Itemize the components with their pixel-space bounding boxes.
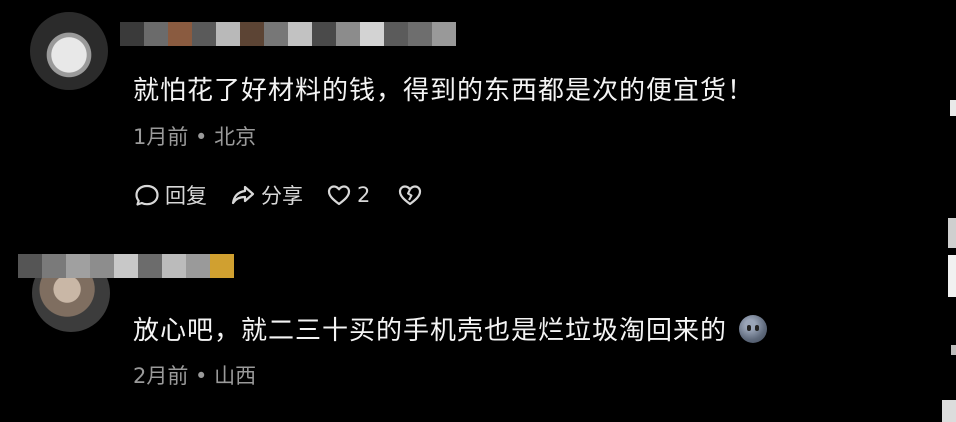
blur-cell [120, 22, 144, 46]
blur-cell [336, 22, 360, 46]
right-edge-fragment [942, 400, 956, 422]
username-blurred[interactable] [120, 22, 456, 46]
share-button[interactable]: 分享 [229, 180, 303, 210]
blur-cell [432, 22, 456, 46]
share-arrow-icon [231, 185, 255, 205]
comment-meta: 1月前 • 北京 [133, 125, 257, 149]
right-edge-fragment [948, 255, 956, 297]
comment-text-body: 放心吧，就二三十买的手机壳也是烂垃圾淘回来的 [133, 316, 728, 346]
right-edge-fragment [948, 218, 956, 248]
avatar[interactable] [30, 12, 108, 90]
blur-cell [186, 254, 210, 278]
broken-heart-icon [399, 185, 422, 206]
comment-item-2: 放心吧，就二三十买的手机壳也是烂垃圾淘回来的 2月前 • 山西 [0, 240, 956, 422]
blur-cell [288, 22, 312, 46]
blur-cell [90, 254, 114, 278]
comment-actions: 回复 分享 2 [133, 180, 450, 210]
blur-cell [114, 254, 138, 278]
blur-cell [210, 254, 234, 278]
right-edge-fragment [950, 100, 956, 116]
emoji-face-icon [739, 315, 768, 343]
blur-cell [18, 254, 42, 278]
blur-cell [192, 22, 216, 46]
blur-cell [216, 22, 240, 46]
reply-button[interactable]: 回复 [133, 180, 207, 210]
username-blurred[interactable] [18, 254, 234, 278]
comment-item-1: 就怕花了好材料的钱，得到的东西都是次的便宜货！ 1月前 • 北京 回复 分享 2 [0, 0, 956, 230]
like-count: 2 [357, 183, 371, 207]
blur-cell [360, 22, 384, 46]
blur-cell [240, 22, 264, 46]
like-button[interactable]: 2 [325, 181, 370, 209]
blur-cell [168, 22, 192, 46]
comment-bubble-icon [135, 184, 159, 206]
blur-cell [162, 254, 186, 278]
right-edge-fragment [951, 345, 956, 355]
comment-text: 就怕花了好材料的钱，得到的东西都是次的便宜货！ [133, 76, 755, 106]
comment-meta: 2月前 • 山西 [133, 364, 257, 388]
heart-icon [327, 185, 351, 206]
blur-cell [408, 22, 432, 46]
blur-cell [312, 22, 336, 46]
reply-label: 回复 [165, 184, 207, 208]
blur-cell [42, 254, 66, 278]
blur-cell [264, 22, 288, 46]
comment-text: 放心吧，就二三十买的手机壳也是烂垃圾淘回来的 [133, 310, 768, 347]
share-label: 分享 [261, 184, 303, 208]
blur-cell [138, 254, 162, 278]
dislike-button[interactable] [396, 181, 428, 209]
blur-cell [384, 22, 408, 46]
blur-cell [66, 254, 90, 278]
blur-cell [144, 22, 168, 46]
